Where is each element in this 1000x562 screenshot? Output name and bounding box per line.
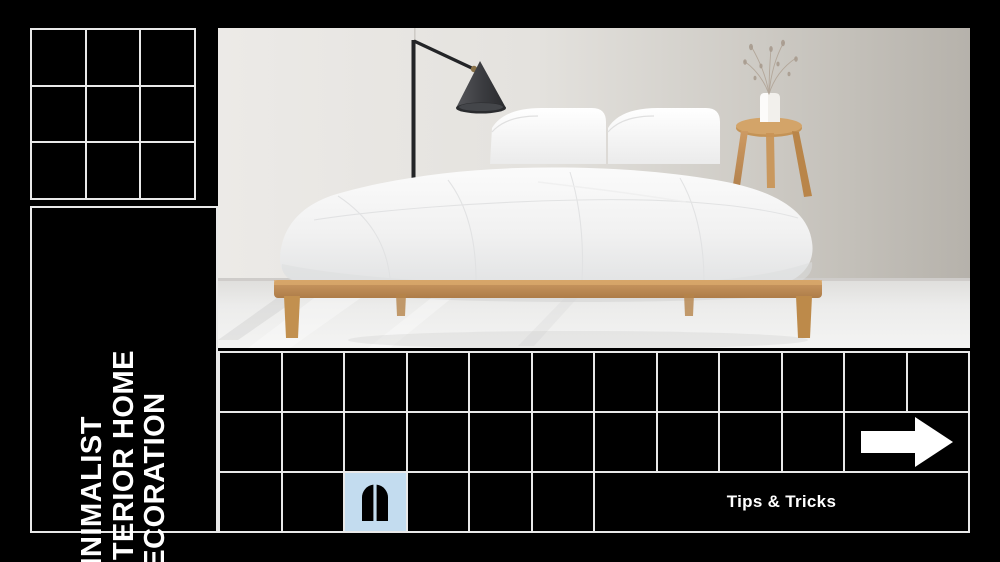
grid-cell (657, 413, 718, 471)
grid-cell (532, 473, 593, 531)
pillow-left (490, 108, 606, 164)
grid-cell (86, 86, 140, 142)
grid-cell (32, 86, 85, 142)
bottom-grid: Tips & Tricks (218, 351, 970, 533)
grid-cell (470, 473, 531, 531)
grid-cell (141, 30, 194, 85)
title-line-2: INTERIOR HOME (107, 349, 140, 562)
tips-and-tricks-label: Tips & Tricks (726, 492, 837, 511)
grid-cell (407, 353, 468, 411)
grid-cell (720, 413, 781, 471)
grid-cell (86, 143, 140, 198)
grid-cell (407, 413, 468, 471)
grid-cell (282, 473, 343, 531)
grid-cell (282, 413, 343, 471)
grid-cell (470, 353, 531, 411)
bed-leg-front-left (284, 296, 300, 338)
grid-cell (32, 143, 85, 198)
grid-cell (220, 473, 281, 531)
grid-cell (86, 30, 140, 85)
grid-cell (141, 86, 194, 142)
grid-cell (532, 413, 593, 471)
arch-door-badge[interactable] (345, 473, 406, 531)
title-line-3: DECORATION (139, 392, 172, 562)
grid-cell (595, 353, 656, 411)
grid-cell (470, 413, 531, 471)
title-line-1: MINIMALIST (75, 415, 108, 562)
grid-cell (657, 353, 718, 411)
grid-cell (32, 30, 85, 85)
grid-cell (345, 413, 406, 471)
grid-cell (907, 353, 968, 411)
bed-leg-front-right (796, 296, 812, 338)
grid-cell (220, 353, 281, 411)
grid-cell (782, 353, 843, 411)
arch-door-icon (362, 484, 389, 521)
next-arrow-button[interactable] (845, 413, 968, 471)
poster-title: MINIMALIST INTERIOR HOME DECORATION (75, 349, 172, 562)
top-left-grid (30, 28, 196, 200)
tips-and-tricks-cell[interactable]: Tips & Tricks (595, 473, 968, 531)
grid-cell (532, 353, 593, 411)
grid-cell (407, 473, 468, 531)
arrow-right-icon (860, 417, 953, 467)
poster-canvas: MINIMALIST INTERIOR HOME DECORATION Tips… (0, 0, 1000, 562)
grid-cell (782, 413, 843, 471)
grid-cell (220, 413, 281, 471)
title-panel: MINIMALIST INTERIOR HOME DECORATION (30, 206, 218, 562)
grid-cell (345, 353, 406, 411)
grid-cell (595, 413, 656, 471)
pillow-right (608, 108, 720, 164)
bedroom-photo (218, 28, 970, 348)
grid-cell (141, 143, 194, 198)
grid-cell (845, 353, 906, 411)
grid-cell (720, 353, 781, 411)
bedroom-photo-illustration (218, 28, 970, 348)
grid-cell (282, 353, 343, 411)
